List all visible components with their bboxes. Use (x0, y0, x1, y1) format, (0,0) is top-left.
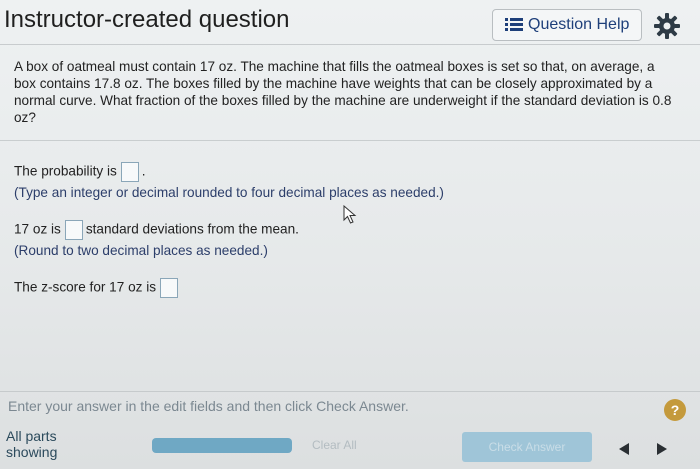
probability-prefix: The probability is (14, 163, 117, 179)
page-title: Instructor-created question (4, 6, 290, 33)
help-icon[interactable]: ? (664, 399, 686, 421)
sd-hint: (Round to two decimal places as needed.) (14, 243, 268, 258)
question-text: A box of oatmeal must contain 17 oz. The… (14, 59, 672, 125)
parts-status: All parts showing (6, 428, 57, 460)
clear-all-button[interactable]: Clear All (312, 438, 357, 452)
section-divider (0, 140, 700, 141)
probability-input[interactable] (120, 162, 139, 182)
header-bar: Instructor-created question Question Hel… (0, 0, 700, 45)
probability-hint: (Type an integer or decimal rounded to f… (14, 185, 444, 200)
footer-divider (0, 391, 700, 392)
question-page: Instructor-created question Question Hel… (0, 0, 700, 469)
check-answer-button[interactable]: Check Answer (462, 432, 592, 462)
mouse-pointer-icon (343, 205, 357, 224)
triangle-right-icon[interactable] (656, 442, 668, 456)
z-score-prefix: The z-score for 17 oz is (14, 279, 157, 295)
sd-line: 17 oz is standard deviations from the mea… (14, 220, 299, 240)
z-score-input[interactable] (160, 278, 179, 298)
list-icon (505, 18, 523, 31)
gear-icon[interactable] (653, 12, 681, 40)
probability-suffix: . (141, 163, 146, 179)
triangle-left-icon[interactable] (618, 442, 630, 456)
probability-line: The probability is. (14, 162, 146, 182)
parts-status-line1: All parts (6, 428, 57, 444)
sd-prefix: 17 oz is (14, 221, 61, 237)
question-help-button[interactable]: Question Help (492, 9, 642, 41)
instruction-text: Enter your answer in the edit fields and… (8, 398, 409, 414)
sd-input[interactable] (64, 220, 83, 240)
progress-bar (152, 438, 292, 453)
z-score-line: The z-score for 17 oz is (14, 278, 181, 298)
question-help-label: Question Help (528, 16, 630, 33)
parts-status-line2: showing (6, 444, 58, 460)
sd-suffix: standard deviations from the mean. (85, 221, 299, 237)
